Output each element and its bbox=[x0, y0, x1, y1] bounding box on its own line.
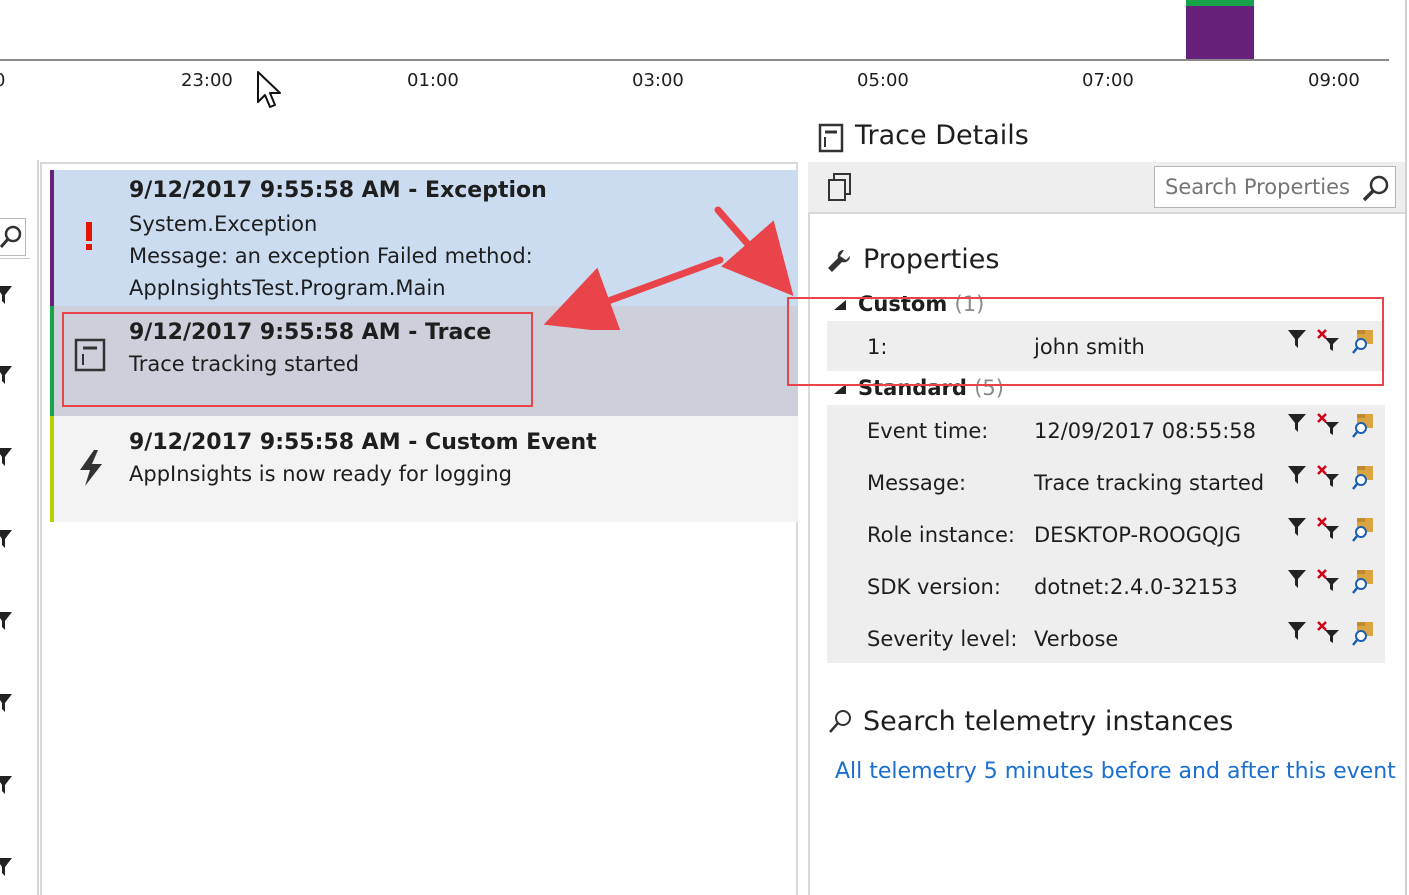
left-search-box[interactable] bbox=[0, 218, 26, 256]
filter-icon[interactable] bbox=[0, 856, 12, 878]
annotation-box-custom bbox=[787, 297, 1384, 386]
filter-icon[interactable] bbox=[0, 364, 12, 386]
filter-icon[interactable] bbox=[0, 692, 12, 714]
search-related-icon[interactable] bbox=[1351, 568, 1375, 594]
property-label: SDK version: bbox=[867, 575, 1001, 599]
exclude-filter-icon[interactable] bbox=[1316, 412, 1340, 436]
timeline-tick: 23:00 bbox=[181, 70, 233, 91]
search-telemetry-title: Search telemetry instances bbox=[863, 706, 1234, 737]
property-label: Event time: bbox=[867, 419, 989, 443]
annotation-box-trace bbox=[62, 312, 533, 407]
filter-icon[interactable] bbox=[1287, 464, 1307, 486]
annotation-arrows bbox=[543, 206, 794, 330]
event-detail-line: Message: an exception Failed method: bbox=[129, 244, 533, 268]
search-icon bbox=[829, 710, 851, 733]
timeline-tick: 01:00 bbox=[407, 70, 459, 91]
event-item-custom-event[interactable]: 9/12/2017 9:55:58 AM - Custom Event AppI… bbox=[50, 416, 798, 522]
timeline-tick: 07:00 bbox=[1082, 70, 1134, 91]
copy-icon[interactable] bbox=[826, 172, 856, 202]
event-stripe bbox=[50, 416, 54, 522]
filter-icon[interactable] bbox=[1287, 412, 1307, 434]
timeline-tick: 03:00 bbox=[632, 70, 684, 91]
timeline-tick: 05:00 bbox=[857, 70, 909, 91]
search-related-icon[interactable] bbox=[1351, 412, 1375, 438]
timeline-tick: 0 bbox=[0, 70, 5, 91]
event-detail-line: AppInsightsTest.Program.Main bbox=[129, 276, 446, 300]
timeline-bar-cap bbox=[1186, 0, 1254, 6]
filter-icon[interactable] bbox=[0, 284, 12, 306]
search-properties-input[interactable] bbox=[1155, 167, 1360, 207]
search-icon[interactable] bbox=[1361, 173, 1391, 203]
search-related-icon[interactable] bbox=[1351, 620, 1375, 646]
filter-icon[interactable] bbox=[1287, 568, 1307, 590]
exclude-filter-icon[interactable] bbox=[1316, 464, 1340, 488]
property-value: Verbose bbox=[1034, 627, 1119, 651]
search-properties-box[interactable] bbox=[1154, 166, 1396, 208]
timeline-tick: 09:00 bbox=[1308, 70, 1360, 91]
search-icon bbox=[0, 225, 22, 248]
timeline-bar[interactable] bbox=[1186, 0, 1254, 60]
pane-divider bbox=[37, 160, 39, 895]
property-label: Message: bbox=[867, 471, 967, 495]
filter-icon[interactable] bbox=[0, 610, 12, 632]
event-detail-line: AppInsights is now ready for logging bbox=[129, 462, 513, 486]
left-strip-divider bbox=[0, 258, 30, 259]
trace-details-icon bbox=[818, 123, 844, 153]
mouse-cursor-icon bbox=[257, 71, 281, 108]
filter-icon[interactable] bbox=[0, 528, 12, 550]
timeline-axis bbox=[0, 59, 1389, 61]
property-value: DESKTOP-ROOGQJG bbox=[1034, 523, 1241, 547]
exception-icon bbox=[86, 222, 92, 250]
property-value: Trace tracking started bbox=[1034, 471, 1265, 495]
properties-title: Properties bbox=[863, 244, 1000, 275]
window-right-border bbox=[1405, 0, 1407, 895]
filter-icon[interactable] bbox=[0, 446, 12, 468]
property-label: Severity level: bbox=[867, 627, 1018, 651]
property-label: Role instance: bbox=[867, 523, 1015, 547]
filter-icon[interactable] bbox=[1287, 620, 1307, 642]
exclude-filter-icon[interactable] bbox=[1316, 568, 1340, 592]
property-value: 12/09/2017 08:55:58 bbox=[1034, 419, 1257, 443]
event-stripe bbox=[50, 306, 54, 416]
search-related-icon[interactable] bbox=[1351, 464, 1375, 490]
exclude-filter-icon[interactable] bbox=[1316, 620, 1340, 644]
event-detail-line: System.Exception bbox=[129, 212, 318, 236]
search-related-icon[interactable] bbox=[1351, 516, 1375, 542]
property-value: dotnet:2.4.0-32153 bbox=[1034, 575, 1238, 599]
filter-icon[interactable] bbox=[1287, 516, 1307, 538]
event-title: 9/12/2017 9:55:58 AM - Exception bbox=[129, 178, 547, 203]
custom-event-icon bbox=[80, 450, 102, 486]
filter-icon[interactable] bbox=[0, 774, 12, 796]
event-stripe bbox=[50, 170, 54, 306]
event-title: 9/12/2017 9:55:58 AM - Custom Event bbox=[129, 430, 597, 455]
details-title: Trace Details bbox=[855, 120, 1029, 151]
exclude-filter-icon[interactable] bbox=[1316, 516, 1340, 540]
wrench-icon bbox=[828, 249, 851, 272]
telemetry-window-link[interactable]: All telemetry 5 minutes before and after… bbox=[835, 759, 1396, 784]
